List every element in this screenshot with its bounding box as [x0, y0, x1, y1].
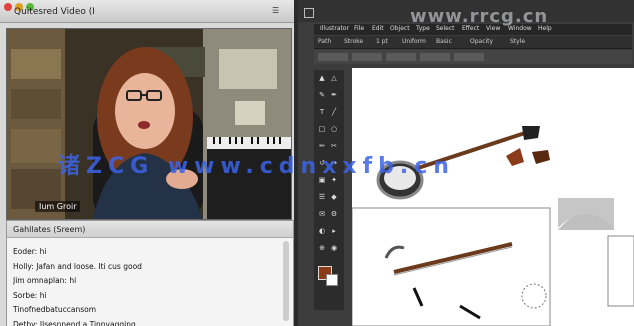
menu-item[interactable]: Illustrator	[320, 25, 349, 32]
control-item[interactable]: Path	[318, 38, 331, 45]
chat-panel: Gahllates (Sreem) Eoder: hi Holly: Jafan …	[6, 220, 294, 326]
tool-icon[interactable]: ⚙	[330, 210, 338, 218]
tool-icon[interactable]: □	[318, 125, 326, 133]
tool-icon[interactable]: T	[318, 108, 326, 116]
chat-header: Gahllates (Sreem)	[7, 221, 293, 238]
webcam-frame	[7, 29, 291, 219]
chat-message: Holly: Jafan and loose. Iti cus good	[13, 261, 142, 271]
chat-messages: Eoder: hi Holly: Jafan and loose. Iti cus…	[13, 245, 283, 326]
banjo-artwork	[351, 126, 634, 326]
document-tab[interactable]	[352, 53, 382, 61]
document-tab[interactable]	[454, 53, 484, 61]
watermark-top: www.rrcg.cn	[410, 6, 549, 27]
document-tab[interactable]	[318, 53, 348, 61]
document-tab[interactable]	[386, 53, 416, 61]
menu-item[interactable]: Edit	[372, 25, 384, 32]
chat-message: Eoder: hi	[13, 247, 47, 256]
screen: Quitesred Video (I ☰ Ium Groir Gahllates…	[0, 0, 634, 326]
tool-icon[interactable]: ▲	[318, 74, 326, 82]
tool-icon[interactable]: ▸	[330, 227, 338, 235]
tool-icon[interactable]: ╱	[330, 108, 338, 116]
tool-icon[interactable]: ◉	[330, 244, 338, 252]
tools-panel: ▲ △ ✎ ✒ T ╱ □ ○ ✏ ✂ ↺ ↔ ▣ ✦ ☰ ◆ ✉ ⚙ ◐ ▸ ⊕ ◉	[314, 70, 344, 310]
tool-icon[interactable]: ⊕	[318, 244, 326, 252]
webcam-video: Ium Groir	[6, 28, 292, 220]
control-item[interactable]: Basic	[436, 38, 452, 45]
panel-menu-icon[interactable]: ☰	[272, 6, 279, 15]
menu-item[interactable]: File	[354, 25, 364, 32]
tool-icon[interactable]: ◐	[318, 227, 326, 235]
window-titlebar: Quitesred Video (I ☰	[0, 0, 294, 23]
window-icon[interactable]	[304, 8, 314, 18]
control-item[interactable]: Opacity	[470, 38, 493, 45]
tool-icon[interactable]: ✒	[330, 91, 338, 99]
control-item[interactable]: 1 pt	[376, 38, 388, 45]
chat-scrollbar[interactable]	[283, 241, 289, 321]
tool-icon[interactable]: ☰	[318, 193, 326, 201]
close-icon[interactable]	[4, 3, 12, 11]
control-item[interactable]: Style	[510, 38, 525, 45]
menu-item[interactable]: Object	[390, 25, 410, 32]
participant-name: Ium Groir	[35, 201, 81, 212]
chat-message: Sorbe: hi	[13, 290, 47, 300]
tool-icon[interactable]: ✎	[318, 91, 326, 99]
watermark-middle: 诸ZCG www.cdnxxfb.cn	[58, 154, 455, 179]
control-item[interactable]: Stroke	[344, 38, 363, 45]
chat-message: Detby: Jlsesnnend a Tinnvagging	[13, 319, 136, 326]
chat-title: Gahllates (Sreem)	[13, 225, 86, 234]
document-tab[interactable]	[420, 53, 450, 61]
tool-icon[interactable]: △	[330, 74, 338, 82]
tool-icon[interactable]: ◆	[330, 193, 338, 201]
tool-icon[interactable]: ○	[330, 125, 338, 133]
stroke-swatch[interactable]	[326, 274, 338, 286]
document-tabs	[314, 50, 632, 64]
control-bar: Path Stroke 1 pt Uniform Basic Opacity Style	[314, 36, 632, 49]
artboard-canvas[interactable]	[351, 68, 634, 326]
tool-icon[interactable]: ✉	[318, 210, 326, 218]
control-item[interactable]: Uniform	[402, 38, 426, 45]
window-title: Quitesred Video (I	[14, 7, 95, 17]
chat-message: Tinofnedbatuccansom	[13, 305, 96, 315]
chat-message: Jim omnaplan: hi	[13, 276, 77, 286]
